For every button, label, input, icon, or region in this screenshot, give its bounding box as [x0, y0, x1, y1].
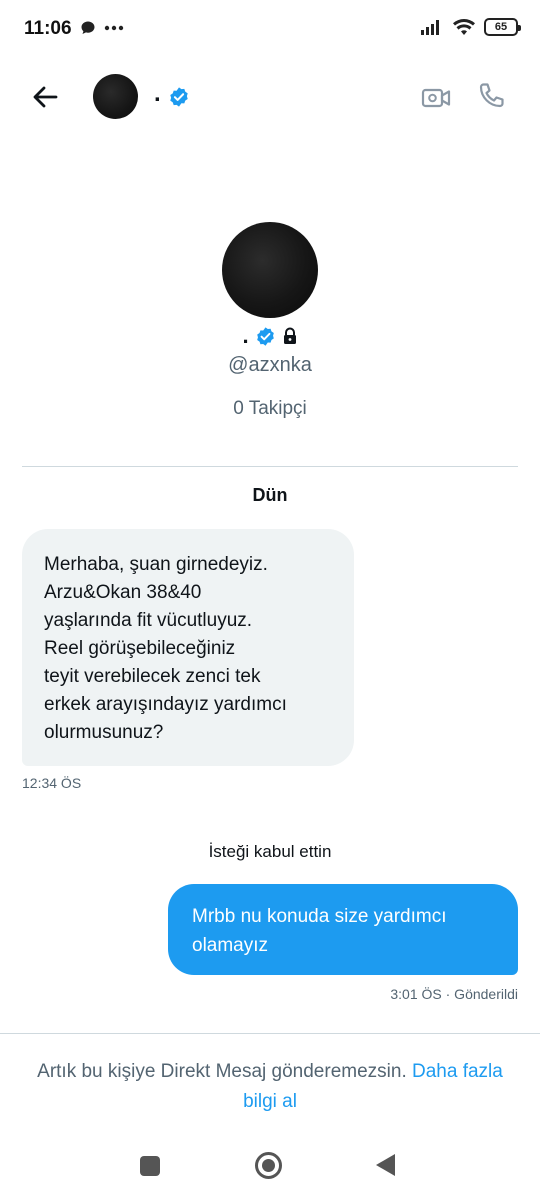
follower-count[interactable]: 0 Takipçi: [0, 398, 540, 420]
lock-icon: [283, 327, 296, 344]
profile-name[interactable]: .: [242, 325, 248, 347]
chat-notification-icon: [81, 21, 95, 34]
outgoing-message-text: Mrbb nu konuda size yardımcı olamayız: [192, 906, 447, 956]
status-time: 11:06: [24, 18, 72, 39]
divider: [22, 466, 518, 467]
status-bar: 11:06 65: [0, 0, 540, 60]
more-dots-icon: [104, 25, 124, 31]
verified-badge-icon: [170, 87, 188, 107]
status-indicators: 65: [420, 18, 521, 36]
request-accepted-note: İsteği kabul ettin: [208, 842, 332, 861]
incoming-message-time: 12:34 ÖS: [22, 775, 82, 791]
profile-handle: @azxnka: [228, 354, 312, 376]
system-navigation-bar: [0, 1130, 540, 1200]
conversation-header: .: [0, 60, 540, 134]
date-separator: Dün: [252, 485, 288, 505]
dm-notice-text: Artık bu kişiye Direkt Mesaj gönderemezs…: [37, 1061, 407, 1082]
signal-icon: [421, 20, 439, 35]
back-arrow-icon[interactable]: [28, 80, 62, 114]
system-back-button[interactable]: [376, 1154, 395, 1176]
outgoing-message-status: 3:01 ÖS · Gönderildi: [390, 986, 518, 1002]
phone-call-icon[interactable]: [476, 81, 506, 113]
recents-button[interactable]: [140, 1156, 160, 1176]
battery-level: 65: [494, 21, 508, 33]
dm-restricted-notice: Artık bu kişiye Direkt Mesaj gönderemezs…: [30, 1057, 510, 1117]
incoming-message-bubble[interactable]: Merhaba, şuan girnedeyiz. Arzu&Okan 38&4…: [22, 529, 354, 766]
profile-name-row: .: [0, 325, 540, 347]
video-call-icon[interactable]: [420, 82, 452, 114]
battery-icon: 65: [484, 18, 521, 36]
verified-badge-icon: [256, 326, 274, 346]
header-name[interactable]: .: [154, 80, 161, 108]
incoming-message-text: Merhaba, şuan girnedeyiz. Arzu&Okan 38&4…: [44, 554, 287, 743]
outgoing-message-bubble[interactable]: Mrbb nu konuda size yardımcı olamayız: [168, 884, 518, 975]
home-button[interactable]: [255, 1152, 282, 1179]
status-notifications: [80, 20, 124, 36]
wifi-icon: [453, 18, 475, 35]
divider: [0, 1033, 540, 1034]
header-avatar[interactable]: [93, 74, 138, 119]
profile-avatar[interactable]: [222, 222, 318, 318]
